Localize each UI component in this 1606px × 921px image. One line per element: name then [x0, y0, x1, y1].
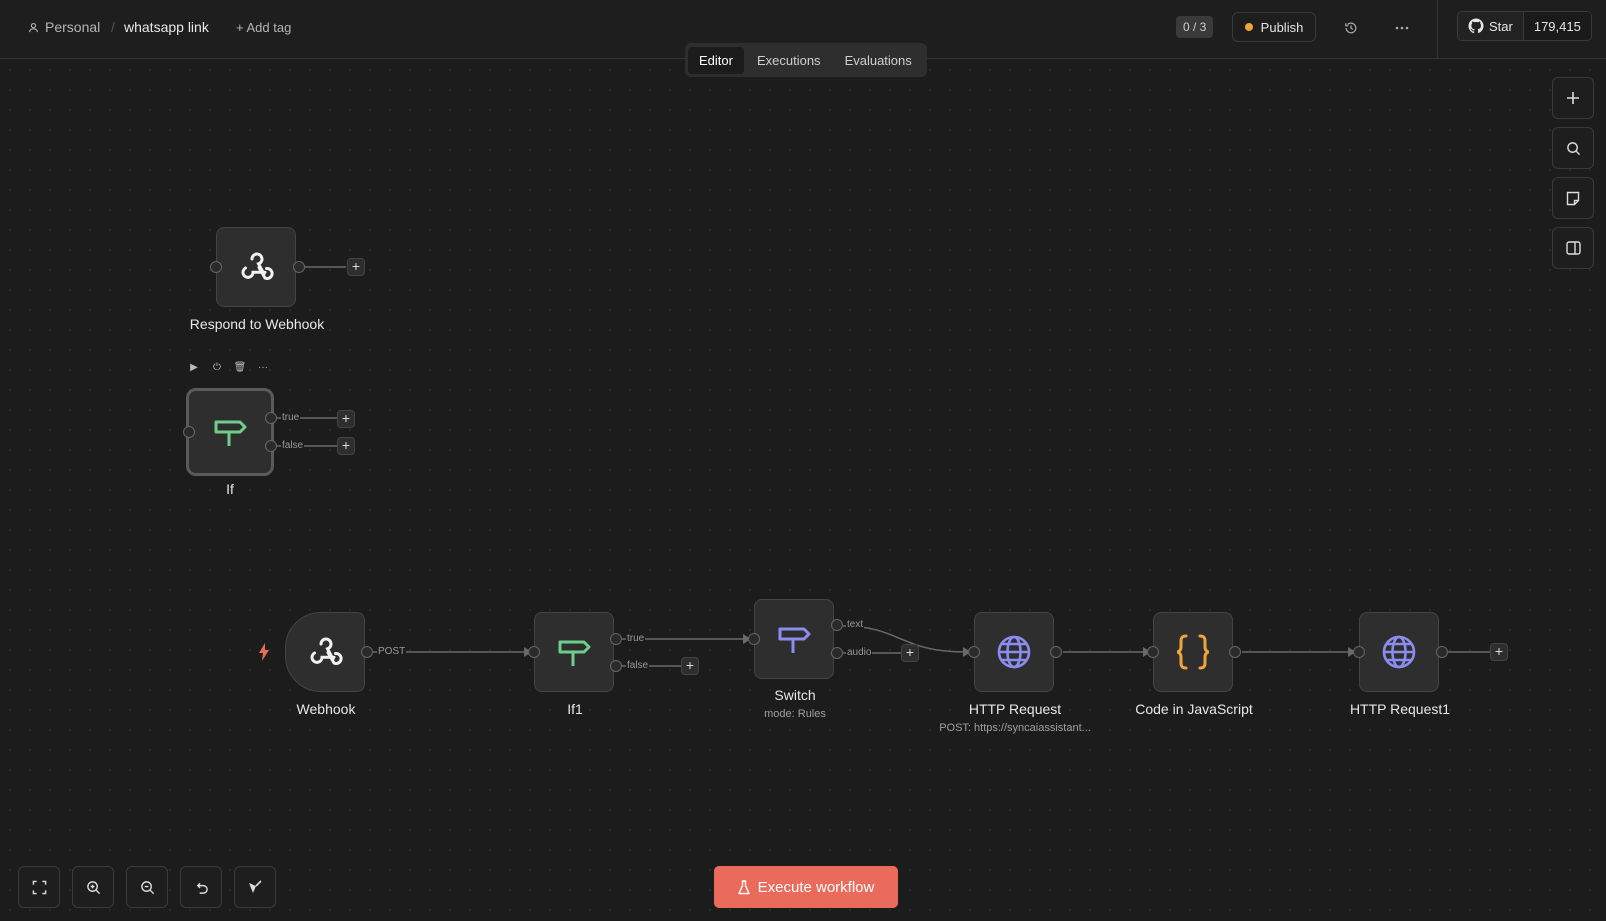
- node-webhook[interactable]: [285, 612, 365, 692]
- if1-false-handle[interactable]: [610, 660, 622, 672]
- signpost-icon: [778, 627, 811, 653]
- undo-icon: [196, 882, 208, 894]
- http-output-handle[interactable]: [1050, 646, 1062, 658]
- zoom-out-button[interactable]: [126, 866, 168, 908]
- if-input-handle[interactable]: [183, 426, 195, 438]
- code-input-handle[interactable]: [1147, 646, 1159, 658]
- add-node-button[interactable]: +: [337, 410, 355, 428]
- webhook-icon: [310, 637, 343, 665]
- add-node-button[interactable]: +: [681, 657, 699, 675]
- http1-input-handle[interactable]: [1353, 646, 1365, 658]
- power-icon[interactable]: ⏻: [210, 362, 224, 373]
- execute-workflow-button[interactable]: Execute workflow: [714, 866, 898, 908]
- http-input-handle[interactable]: [968, 646, 980, 658]
- node-respond-to-webhook[interactable]: [216, 227, 296, 307]
- fullscreen-icon: [32, 880, 46, 894]
- node-if[interactable]: [186, 388, 274, 476]
- if-true-handle[interactable]: [265, 412, 277, 424]
- braces-icon: [1176, 634, 1210, 670]
- if-false-label: false: [281, 440, 305, 451]
- tidy-up-button[interactable]: [234, 866, 276, 908]
- execute-workflow-label: Execute workflow: [757, 878, 875, 896]
- broom-icon: [249, 880, 262, 893]
- globe-icon: [1382, 635, 1416, 669]
- add-node-button[interactable]: +: [347, 258, 365, 276]
- search-icon: [1566, 141, 1580, 155]
- node-http-request1[interactable]: [1359, 612, 1439, 692]
- if1-true-label: true: [626, 633, 646, 644]
- node-code[interactable]: [1153, 612, 1233, 692]
- switch-text-handle[interactable]: [831, 619, 843, 631]
- add-node-panel-button[interactable]: [1552, 77, 1594, 119]
- node-label-if: If: [226, 481, 234, 497]
- node-subtitle-switch: mode: Rules: [764, 708, 826, 720]
- node-switch[interactable]: [754, 599, 834, 679]
- node-label-code: Code in JavaScript: [1135, 701, 1253, 717]
- zoom-out-icon: [140, 880, 154, 894]
- signpost-icon: [558, 640, 591, 666]
- if1-input-handle[interactable]: [528, 646, 540, 658]
- sticky-note-icon: [1566, 191, 1580, 205]
- respond-output-handle[interactable]: [293, 261, 305, 273]
- fit-view-button[interactable]: [18, 866, 60, 908]
- zoom-in-icon: [86, 880, 100, 894]
- node-http-request[interactable]: [974, 612, 1054, 692]
- node-label-http1: HTTP Request1: [1349, 701, 1451, 717]
- more-horizontal-icon[interactable]: ···: [256, 362, 270, 373]
- undo-button[interactable]: [180, 866, 222, 908]
- switch-input-handle[interactable]: [748, 633, 760, 645]
- zoom-in-button[interactable]: [72, 866, 114, 908]
- plus-icon: [1567, 92, 1579, 104]
- trash-icon[interactable]: 🗑: [233, 362, 247, 373]
- webhook-output-handle[interactable]: [361, 646, 373, 658]
- node-label-webhook: Webhook: [296, 701, 356, 717]
- sticky-note-button[interactable]: [1552, 177, 1594, 219]
- add-node-button[interactable]: +: [1490, 643, 1508, 661]
- node-label-if1: If1: [567, 701, 583, 717]
- node-label-switch: Switch: [774, 687, 816, 703]
- panel-icon: [1565, 241, 1581, 255]
- node-if1[interactable]: [534, 612, 614, 692]
- if1-true-handle[interactable]: [610, 633, 622, 645]
- if1-false-label: false: [626, 660, 650, 671]
- add-node-button[interactable]: +: [901, 644, 919, 662]
- webhook-post-label: POST: [377, 646, 407, 657]
- globe-icon: [997, 635, 1031, 669]
- respond-input-handle[interactable]: [210, 261, 222, 273]
- if-false-handle[interactable]: [265, 440, 277, 452]
- toggle-panel-button[interactable]: [1552, 227, 1594, 269]
- switch-audio-handle[interactable]: [831, 647, 843, 659]
- node-subtitle-http: POST: https://syncaiassistant...: [939, 722, 1091, 734]
- if-true-label: true: [281, 412, 301, 423]
- code-output-handle[interactable]: [1229, 646, 1241, 658]
- node-label-http: HTTP Request: [968, 701, 1062, 717]
- search-nodes-button[interactable]: [1552, 127, 1594, 169]
- switch-audio-label: audio: [846, 647, 873, 658]
- http1-output-handle[interactable]: [1436, 646, 1448, 658]
- lightning-icon: [259, 643, 269, 661]
- node-toolbar: ▶ ⏻ 🗑 ···: [187, 362, 270, 373]
- play-icon[interactable]: ▶: [187, 362, 201, 373]
- webhook-icon: [241, 252, 274, 280]
- flask-icon: [737, 879, 750, 894]
- switch-text-label: text: [846, 619, 865, 630]
- add-node-button[interactable]: +: [337, 437, 355, 455]
- signpost-icon: [214, 420, 247, 446]
- node-label-respond: Respond to Webhook: [189, 316, 325, 332]
